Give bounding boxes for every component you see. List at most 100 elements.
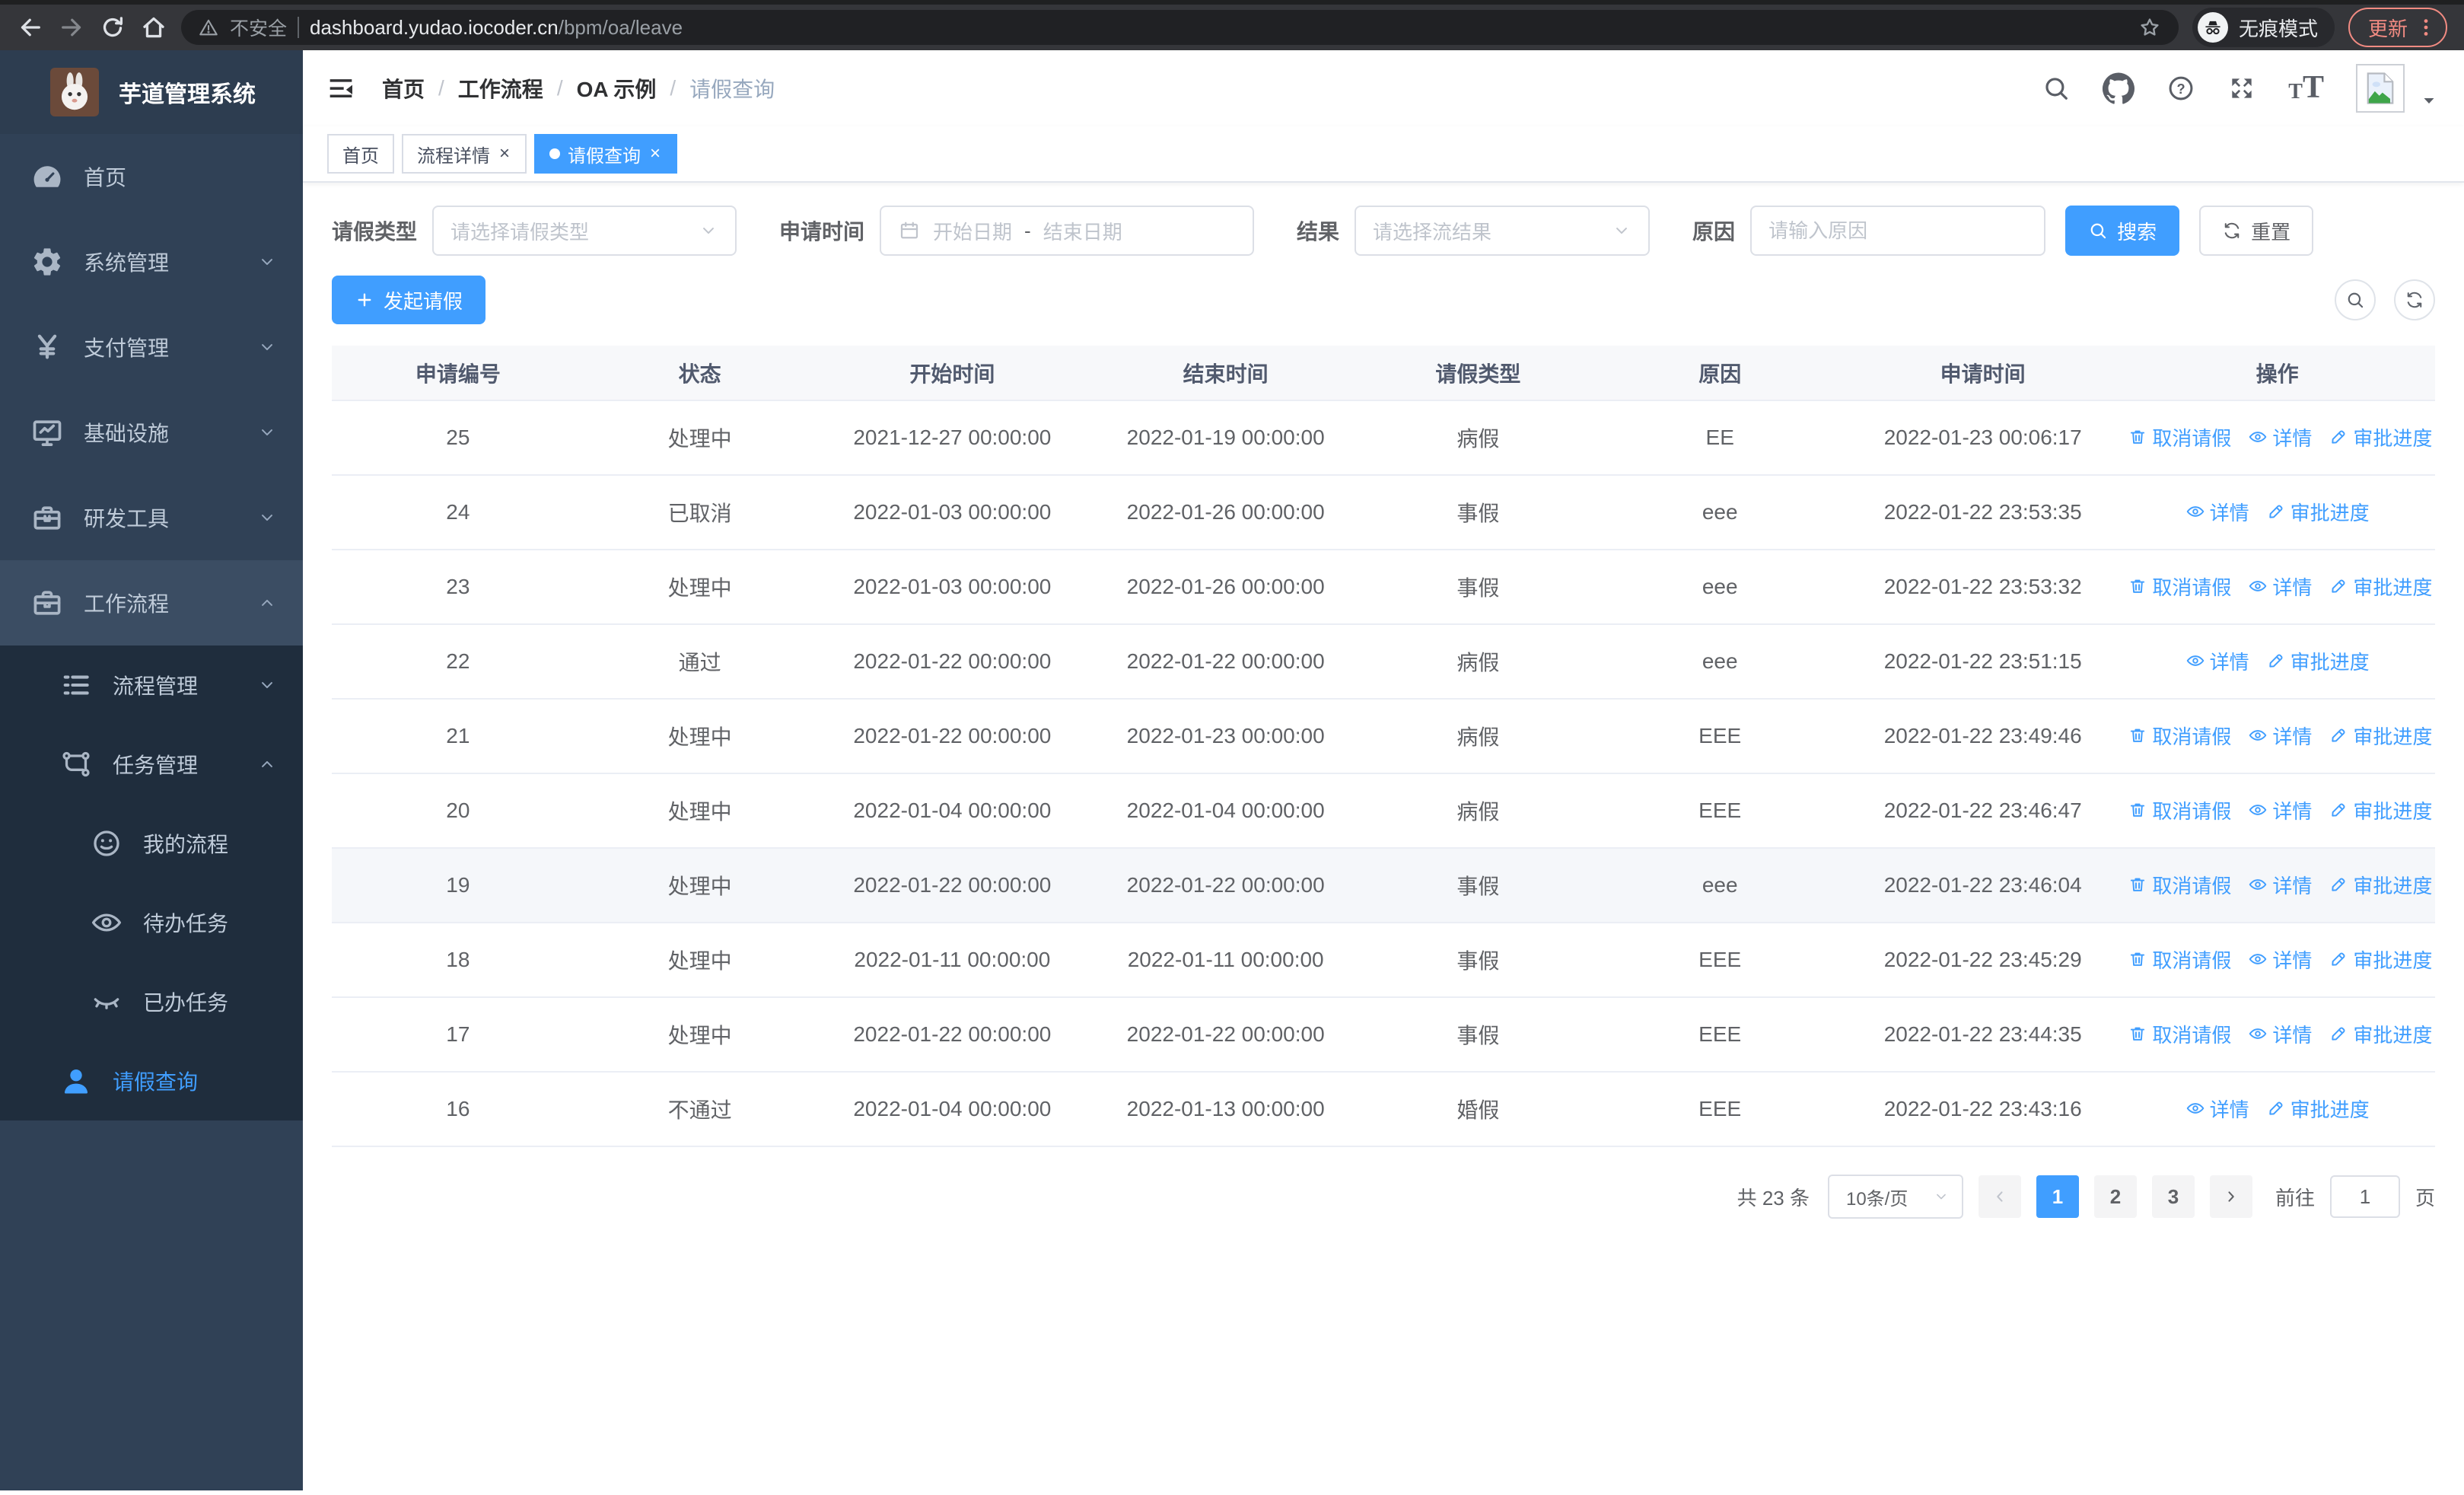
progress-action-link[interactable]: 审批进度: [2329, 572, 2432, 601]
detail-action-link[interactable]: 详情: [2248, 572, 2312, 601]
cancel-action-link[interactable]: 取消请假: [2128, 1020, 2231, 1048]
tab-首页[interactable]: 首页: [327, 134, 394, 174]
tab-请假查询[interactable]: 请假查询 ×: [534, 134, 678, 174]
search-button[interactable]: 搜索: [2065, 206, 2180, 256]
browser-menu-icon[interactable]: [2414, 15, 2438, 40]
progress-action-link[interactable]: 审批进度: [2266, 1095, 2370, 1123]
sidebar-item-研发工具[interactable]: 研发工具: [0, 475, 303, 560]
cancel-action-link[interactable]: 取消请假: [2128, 796, 2231, 824]
filter-form: 请假类型 请选择请假类型 申请时间 开始日期 - 结束日期 结果 请选择流结果: [332, 206, 2435, 256]
reset-button[interactable]: 重置: [2199, 206, 2314, 256]
app-title: 芋道管理系统: [119, 82, 256, 107]
page-button-2[interactable]: 2: [2093, 1175, 2137, 1218]
chevron-down-icon: [1612, 221, 1632, 241]
page-size-select[interactable]: 10条/页: [1827, 1175, 1963, 1219]
detail-action-link[interactable]: 详情: [2185, 1095, 2249, 1123]
progress-action-link[interactable]: 审批进度: [2329, 1020, 2432, 1048]
result-select[interactable]: 请选择流结果: [1355, 206, 1651, 256]
cancel-action-link[interactable]: 取消请假: [2128, 423, 2231, 451]
help-icon[interactable]: ?: [2166, 74, 2195, 103]
actions-cell: 详情 审批进度: [2119, 624, 2435, 700]
cancel-action-link[interactable]: 取消请假: [2128, 572, 2231, 601]
detail-action-link[interactable]: 详情: [2248, 1020, 2312, 1048]
fullscreen-icon[interactable]: [2227, 74, 2256, 103]
sidebar-item-基础设施[interactable]: 基础设施: [0, 390, 303, 475]
page-button-3[interactable]: 3: [2151, 1175, 2195, 1218]
sidebar-item-待办任务[interactable]: 待办任务: [0, 883, 303, 962]
actions-cell: 取消请假 详情 审批进度: [2119, 699, 2435, 774]
detail-action-link[interactable]: 详情: [2248, 871, 2312, 899]
cancel-action-link[interactable]: 取消请假: [2128, 945, 2231, 974]
user-avatar[interactable]: [2356, 64, 2405, 113]
page-suffix-label: 页: [2415, 1186, 2435, 1210]
incognito-badge[interactable]: 无痕模式: [2192, 8, 2335, 47]
bookmark-star-icon[interactable]: [2138, 15, 2162, 40]
cancel-action-link[interactable]: 取消请假: [2128, 722, 2231, 750]
browser-update-button[interactable]: 更新: [2348, 8, 2447, 47]
next-page-button[interactable]: [2209, 1175, 2252, 1218]
detail-action-link[interactable]: 详情: [2185, 498, 2249, 526]
sidebar-item-请假查询[interactable]: 请假查询: [0, 1041, 303, 1120]
apply-time-range-picker[interactable]: 开始日期 - 结束日期: [880, 206, 1255, 256]
eye-closed-icon: [90, 985, 123, 1018]
url-text: dashboard.yudao.iocoder.cn/bpm/oa/leave: [310, 16, 683, 40]
sidebar-item-首页[interactable]: 首页: [0, 134, 303, 219]
refresh-table-button[interactable]: [2394, 279, 2435, 320]
avatar-caret-icon[interactable]: [2420, 91, 2438, 110]
result-label: 结果: [1297, 220, 1340, 244]
show-search-toggle-button[interactable]: [2335, 279, 2376, 320]
detail-action-link[interactable]: 详情: [2248, 423, 2312, 451]
reason-input[interactable]: [1768, 218, 2028, 243]
cell-start-time: 2022-01-04 00:00:00: [815, 1072, 1090, 1147]
sidebar-item-系统管理[interactable]: 系统管理: [0, 219, 303, 304]
font-size-icon[interactable]: TT: [2288, 72, 2324, 103]
cell-start-time: 2022-01-03 00:00:00: [815, 550, 1090, 625]
sidebar-item-已办任务[interactable]: 已办任务: [0, 962, 303, 1041]
progress-action-link[interactable]: 审批进度: [2329, 871, 2432, 899]
prev-page-button[interactable]: [1978, 1175, 2021, 1218]
breadcrumb-item[interactable]: OA 示例: [577, 73, 657, 104]
sidebar-item-任务管理[interactable]: 任务管理: [0, 725, 303, 804]
app-logo[interactable]: 芋道管理系统: [0, 50, 303, 134]
page-button-1[interactable]: 1: [2036, 1175, 2079, 1218]
browser-home-button[interactable]: [140, 14, 167, 41]
cancel-action-link[interactable]: 取消请假: [2128, 871, 2231, 899]
breadcrumb-item[interactable]: 工作流程: [458, 73, 543, 104]
browser-back-button[interactable]: [17, 14, 44, 41]
sidebar-item-我的流程[interactable]: 我的流程: [0, 804, 303, 883]
detail-action-link[interactable]: 详情: [2248, 722, 2312, 750]
cell-status: 处理中: [584, 848, 816, 923]
breadcrumb-item[interactable]: 首页: [382, 73, 425, 104]
cell-id: 16: [332, 1072, 584, 1147]
edit-icon: [2329, 427, 2348, 447]
sidebar-item-流程管理[interactable]: 流程管理: [0, 645, 303, 725]
goto-page-input[interactable]: [2329, 1175, 2400, 1218]
progress-action-link[interactable]: 审批进度: [2266, 647, 2370, 675]
detail-action-link[interactable]: 详情: [2248, 796, 2312, 824]
cell-reason: EEE: [1593, 699, 1847, 774]
detail-action-link[interactable]: 详情: [2185, 647, 2249, 675]
detail-action-link[interactable]: 详情: [2248, 945, 2312, 974]
address-bar[interactable]: 不安全 dashboard.yudao.iocoder.cn/bpm/oa/le…: [181, 10, 2179, 45]
action-label: 审批进度: [2290, 1098, 2370, 1121]
progress-action-link[interactable]: 审批进度: [2329, 945, 2432, 974]
header-search-icon[interactable]: [2042, 74, 2071, 103]
github-icon[interactable]: [2103, 72, 2135, 104]
progress-action-link[interactable]: 审批进度: [2329, 722, 2432, 750]
sidebar-item-工作流程[interactable]: 工作流程: [0, 560, 303, 645]
progress-action-link[interactable]: 审批进度: [2266, 498, 2370, 526]
cell-id: 18: [332, 923, 584, 998]
browser-forward-button[interactable]: [58, 14, 85, 41]
sidebar-item-支付管理[interactable]: 支付管理: [0, 304, 303, 390]
create-leave-button[interactable]: 发起请假: [332, 276, 486, 324]
tab-close-icon[interactable]: ×: [498, 145, 511, 163]
action-label: 审批进度: [2353, 575, 2433, 599]
browser-reload-button[interactable]: [99, 14, 126, 41]
not-secure-icon[interactable]: [198, 17, 219, 38]
progress-action-link[interactable]: 审批进度: [2329, 423, 2432, 451]
tab-流程详情[interactable]: 流程详情 ×: [402, 134, 527, 174]
leave-type-select[interactable]: 请选择请假类型: [432, 206, 737, 256]
sidebar-collapse-icon[interactable]: [326, 73, 356, 104]
tab-close-icon[interactable]: ×: [648, 145, 662, 163]
progress-action-link[interactable]: 审批进度: [2329, 796, 2432, 824]
